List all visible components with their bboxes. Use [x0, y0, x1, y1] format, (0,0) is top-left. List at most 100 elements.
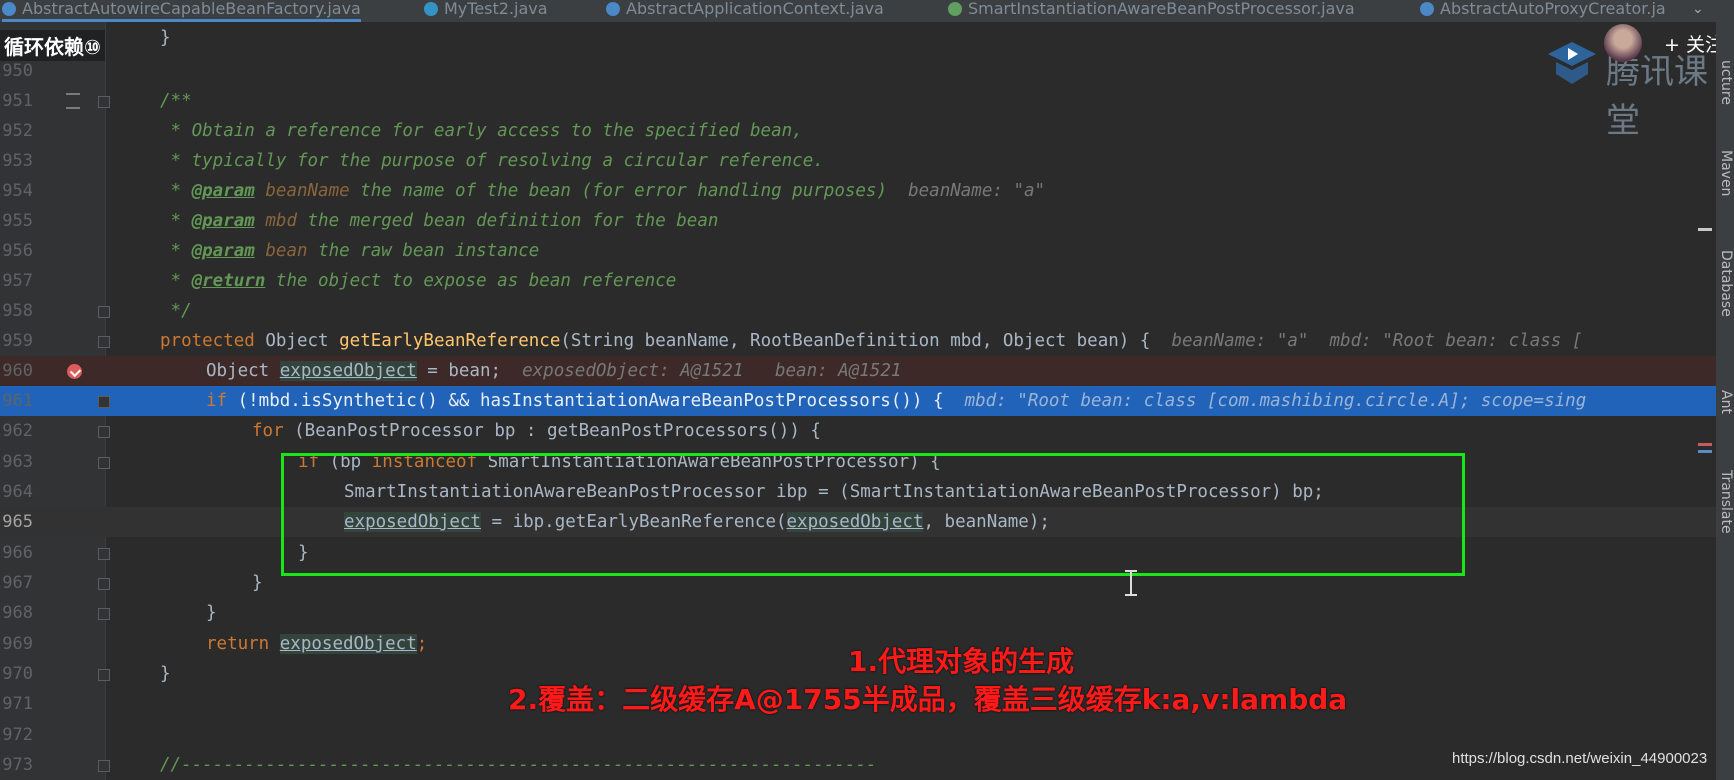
line-number: 959 [2, 331, 33, 351]
code-line: 956 * @param bean the raw bean instance [0, 236, 1716, 266]
code-text: if (!mbd.isSynthetic() && hasInstantiati… [206, 391, 1587, 411]
fold-icon[interactable] [98, 760, 110, 772]
tool-window-translate[interactable]: Translate [1718, 470, 1734, 534]
code-text: * @param bean the raw bean instance [160, 241, 540, 261]
code-text: * @param mbd the merged bean definition … [160, 211, 719, 231]
breakpoint-icon[interactable] [67, 364, 82, 379]
code-text: /** [160, 91, 192, 111]
line-number: 961 [2, 391, 33, 411]
highlight-box [281, 453, 1465, 576]
line-number: 958 [2, 301, 33, 321]
fold-icon[interactable] [98, 336, 110, 348]
fold-icon[interactable] [98, 548, 110, 560]
fold-icon[interactable] [98, 457, 110, 469]
code-line: 958 */ [0, 296, 1716, 326]
java-class-icon [1420, 2, 1434, 16]
line-number: 952 [2, 121, 33, 141]
java-class-icon [2, 2, 16, 16]
code-text: * Obtain a reference for early access to… [160, 121, 803, 141]
tab-abstractautowirecapablebeanfactory[interactable]: AbstractAutowireCapableBeanFactory.java [2, 0, 361, 22]
watermark: https://blog.csdn.net/weixin_44900023 [1452, 750, 1708, 767]
fold-icon[interactable] [98, 669, 110, 681]
code-text: } [160, 664, 171, 684]
code-text: * @return the object to expose as bean r… [160, 271, 677, 291]
code-text: } [160, 28, 171, 48]
code-line: 968 } [0, 598, 1716, 628]
fold-icon[interactable] [98, 396, 110, 408]
line-number: 964 [2, 482, 33, 502]
line-number: 953 [2, 151, 33, 171]
follow-button[interactable]: + 关注 [1664, 30, 1724, 57]
editor-tab-bar: AbstractAutowireCapableBeanFactory.java … [0, 0, 1734, 22]
java-class-icon [606, 2, 620, 16]
code-text: } [206, 603, 217, 623]
line-number: 957 [2, 271, 33, 291]
code-text: Object exposedObject = bean; exposedObje… [206, 361, 902, 381]
inline-debug-hint: mbd: "Root bean: class [com.mashibing.ci… [964, 391, 1587, 411]
scrollbar-marker[interactable] [1698, 443, 1712, 446]
code-line: 951 /** [0, 86, 1716, 116]
fold-icon[interactable] [98, 306, 110, 318]
code-line: 962 for (BeanPostProcessor bp : getBeanP… [0, 416, 1716, 446]
tab-abstractapplicationcontext[interactable]: AbstractApplicationContext.java [606, 0, 884, 22]
code-line-breakpoint: 960 Object exposedObject = bean; exposed… [0, 356, 1716, 386]
video-title: 循环依赖⑩ [0, 30, 105, 61]
tool-window-ant[interactable]: Ant [1718, 390, 1734, 414]
code-line: 957 * @return the object to expose as be… [0, 266, 1716, 296]
inline-debug-hint: beanName: "a" mbd: "Root bean: class [ [1171, 331, 1583, 351]
java-interface-icon [948, 2, 962, 16]
fold-icon[interactable] [98, 578, 110, 590]
avatar[interactable] [1604, 24, 1642, 62]
fold-icon[interactable] [98, 608, 110, 620]
line-number: 970 [2, 664, 33, 684]
line-number: 968 [2, 603, 33, 623]
code-line: 950 [0, 56, 1716, 86]
code-text: for (BeanPostProcessor bp : getBeanPostP… [252, 421, 821, 441]
line-number: 973 [2, 755, 33, 775]
line-number: 954 [2, 181, 33, 201]
annotation-line-1: 1.代理对象的生成 [848, 645, 1075, 678]
code-text: */ [160, 301, 192, 321]
code-text: * @param beanName the name of the bean (… [160, 181, 1046, 201]
tool-window-maven[interactable]: Maven [1718, 150, 1734, 196]
line-number: 972 [2, 725, 33, 745]
line-number: 951 [2, 91, 33, 111]
line-number: 967 [2, 573, 33, 593]
tab-list-chevron-icon[interactable]: ⌄ [1692, 0, 1704, 22]
code-text: * typically for the purpose of resolving… [160, 151, 824, 171]
scrollbar-marker[interactable] [1698, 450, 1712, 453]
text-cursor-icon [1125, 570, 1137, 596]
annotation-line-2: 2.覆盖：二级缓存A@1755半成品，覆盖三级缓存k:a,v:lambda [508, 683, 1348, 716]
tab-smartinstantiationawarebeanpostprocessor[interactable]: SmartInstantiationAwareBeanPostProcessor… [948, 0, 1355, 22]
tab-abstractautoproxycreator[interactable]: AbstractAutoProxyCreator.ja [1420, 0, 1666, 22]
code-line: 955 * @param mbd the merged bean definit… [0, 206, 1716, 236]
code-line: 953 * typically for the purpose of resol… [0, 146, 1716, 176]
line-number: 971 [2, 694, 33, 714]
line-number: 966 [2, 543, 33, 563]
code-line: 954 * @param beanName the name of the be… [0, 176, 1716, 206]
line-number: 965 [2, 512, 33, 532]
code-text: return exposedObject; [206, 634, 428, 654]
fold-icon[interactable] [98, 426, 110, 438]
scrollbar-marker[interactable] [1698, 228, 1712, 231]
code-text: //--------------------------------------… [160, 755, 877, 775]
code-line: 959 protected Object getEarlyBeanReferen… [0, 326, 1716, 356]
line-number: 956 [2, 241, 33, 261]
inline-debug-hint: exposedObject: A@1521 bean: A@1521 [522, 361, 902, 381]
line-number: 955 [2, 211, 33, 231]
tab-mytest2[interactable]: MyTest2.java [424, 0, 548, 22]
tencent-classroom-logo-icon [1548, 42, 1596, 84]
line-number: 969 [2, 634, 33, 654]
code-line-execution-point: 961 if (!mbd.isSynthetic() && hasInstant… [0, 386, 1716, 416]
tool-window-structure[interactable]: ucture [1718, 60, 1734, 105]
fold-icon[interactable] [98, 96, 110, 108]
code-text: protected Object getEarlyBeanReference(S… [160, 331, 1583, 351]
tool-window-database[interactable]: Database [1718, 250, 1734, 317]
line-number: 963 [2, 452, 33, 472]
code-line: } [0, 23, 1716, 53]
line-number: 962 [2, 421, 33, 441]
line-number: 960 [2, 361, 33, 381]
code-text: } [252, 573, 263, 593]
code-line: 972 [0, 720, 1716, 750]
java-class-icon [424, 2, 438, 16]
